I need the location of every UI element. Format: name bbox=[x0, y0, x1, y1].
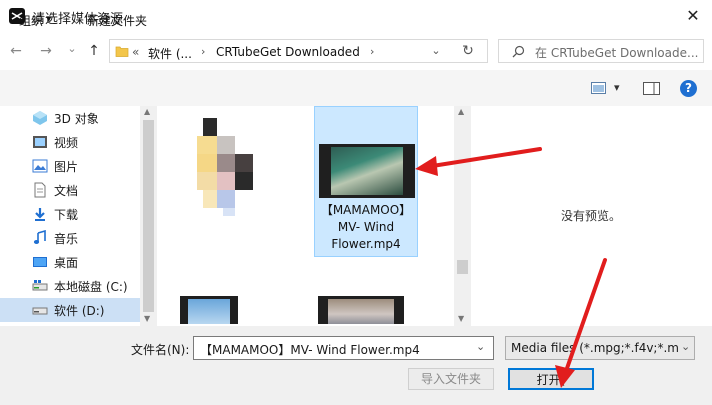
annotation-arrow-to-file bbox=[415, 147, 542, 176]
annotation-arrows bbox=[415, 147, 607, 388]
annotation-arrow-to-open bbox=[555, 258, 607, 388]
